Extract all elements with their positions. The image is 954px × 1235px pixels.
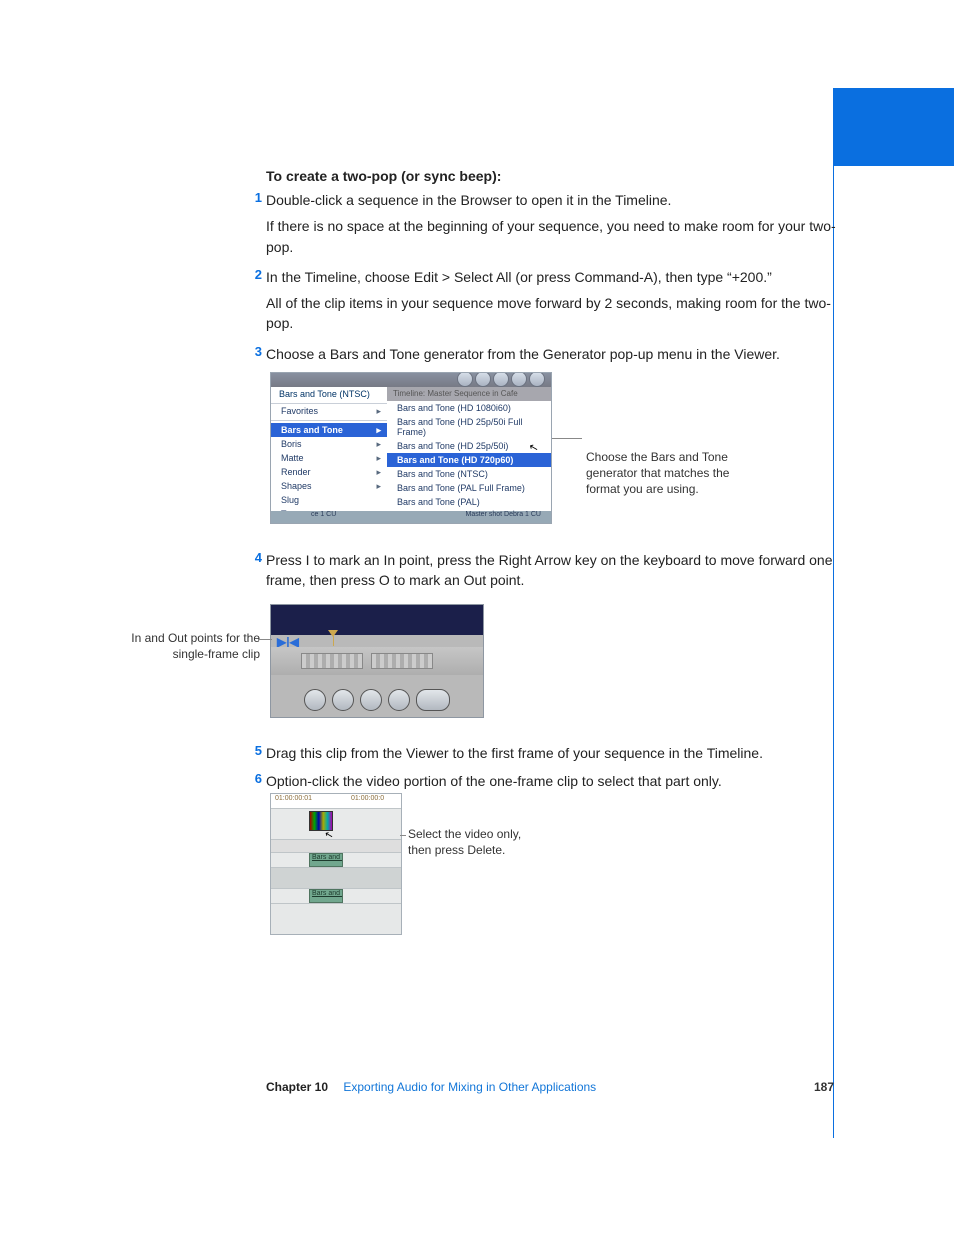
callout-select-video: Select the video only, then press Delete…	[408, 826, 568, 858]
generator-category-menu: Bars and Tone (NTSC) Favorites▸ Bars and…	[271, 387, 388, 511]
spacer-track	[271, 903, 401, 934]
playhead-icon[interactable]	[333, 636, 334, 646]
video-track[interactable]	[271, 808, 401, 839]
menu-item-render[interactable]: Render▸	[271, 465, 387, 479]
menu-item-shapes[interactable]: Shapes▸	[271, 479, 387, 493]
step-number: 6	[248, 771, 262, 786]
screenshot-generator-menu: Bars and Tone (NTSC) Favorites▸ Bars and…	[270, 372, 552, 524]
prev-frame-button[interactable]	[332, 689, 354, 711]
callout-leader-line	[400, 835, 406, 836]
step-number: 4	[248, 550, 262, 565]
timeline-ruler: 01:00:00:01 01:00:00:0	[271, 794, 401, 808]
audio-track-1[interactable]: Bars and To	[271, 852, 401, 867]
submenu-item[interactable]: Bars and Tone (PAL Full Frame)	[387, 481, 551, 495]
callout-line1: Select the video only,	[408, 827, 521, 841]
transport-button[interactable]	[511, 372, 527, 387]
step-1: 1 Double-click a sequence in the Browser…	[266, 190, 846, 210]
step-text: In the Timeline, choose Edit > Select Al…	[266, 267, 846, 287]
menu-item-bars-and-tone[interactable]: Bars and Tone▸	[271, 423, 387, 437]
step-text: Option-click the video portion of the on…	[266, 771, 846, 791]
menu-current: Bars and Tone (NTSC)	[271, 387, 387, 404]
timecode: 01:00:00:01	[275, 795, 312, 802]
step-2-para: All of the clip items in your sequence m…	[266, 293, 846, 334]
callout-leader-line	[552, 438, 582, 439]
audio-track-2[interactable]: Bars and To	[271, 888, 401, 903]
next-frame-button[interactable]	[388, 689, 410, 711]
spacer-track	[271, 839, 401, 852]
chevron-right-icon: ▸	[376, 453, 381, 464]
submenu-item[interactable]: Bars and Tone (NTSC)	[387, 467, 551, 481]
ruler-segment	[371, 653, 433, 669]
callout-leader-line	[258, 639, 272, 640]
transport-buttons	[457, 372, 545, 387]
step-1-para: If there is no space at the beginning of…	[266, 216, 846, 257]
chevron-right-icon: ▸	[376, 467, 381, 478]
menu-item-favorites[interactable]: Favorites▸	[271, 404, 387, 418]
video-clip[interactable]	[309, 811, 333, 831]
submenu-item[interactable]: Bars and Tone (HD 25p/50i)	[387, 439, 551, 453]
page-footer: Chapter 10 Exporting Audio for Mixing in…	[0, 1080, 954, 1094]
submenu-item[interactable]: Bars and Tone (HD 1080i60)	[387, 401, 551, 415]
timeline-footer: ce 1 CU Master shot Debra 1 CU	[271, 511, 551, 523]
step-2: 2 In the Timeline, choose Edit > Select …	[266, 267, 846, 287]
timecode: 01:00:00:0	[351, 795, 384, 802]
step-text: Drag this clip from the Viewer to the fi…	[266, 743, 846, 763]
mark-in-button[interactable]	[304, 689, 326, 711]
transport-button[interactable]	[475, 372, 491, 387]
callout-generator: Choose the Bars and Tone generator that …	[586, 449, 746, 498]
transport-button[interactable]	[529, 372, 545, 387]
section-tab-label: I	[820, 132, 826, 155]
step-text: Press I to mark an In point, press the R…	[266, 550, 846, 591]
screenshot-viewer-transport: ▶|◀	[270, 604, 484, 718]
audio-clip[interactable]: Bars and To	[309, 853, 343, 867]
chapter-title: Exporting Audio for Mixing in Other Appl…	[343, 1080, 596, 1094]
ruler-segment	[301, 653, 363, 669]
menu-item-boris[interactable]: Boris▸	[271, 437, 387, 451]
chevron-right-icon: ▸	[376, 481, 381, 492]
menu-item-slug[interactable]: Slug	[271, 493, 387, 507]
step-text: Choose a Bars and Tone generator from th…	[266, 344, 846, 364]
step-number: 2	[248, 267, 262, 282]
footer-clip-left: ce 1 CU	[311, 511, 336, 518]
step-4: 4 Press I to mark an In point, press the…	[266, 550, 846, 591]
spacer-track	[271, 867, 401, 888]
procedure-heading: To create a two-pop (or sync beep):	[266, 168, 846, 184]
step-5: 5 Drag this clip from the Viewer to the …	[266, 743, 846, 763]
step-number: 5	[248, 743, 262, 758]
chevron-right-icon: ▸	[376, 439, 381, 450]
body-content-2: 4 Press I to mark an In point, press the…	[266, 544, 846, 591]
play-button[interactable]	[360, 689, 382, 711]
page: I To create a two-pop (or sync beep): 1 …	[0, 0, 954, 1235]
submenu-item-selected[interactable]: Bars and Tone (HD 720p60)	[387, 453, 551, 467]
callout-in-out: In and Out points for the single-frame c…	[126, 630, 260, 662]
screenshot-timeline-tracks: 01:00:00:01 01:00:00:0 ↖ Bars and To Bar…	[270, 793, 402, 935]
section-tab	[834, 88, 954, 166]
menu-item-matte[interactable]: Matte▸	[271, 451, 387, 465]
callout-line2: then press Delete.	[408, 843, 505, 857]
step-text: Double-click a sequence in the Browser t…	[266, 190, 846, 210]
submenu-item[interactable]: Bars and Tone (HD 25p/50i Full Frame)	[387, 415, 551, 439]
generator-submenu: Bars and Tone (HD 1080i60) Bars and Tone…	[387, 401, 551, 511]
step-number: 3	[248, 344, 262, 359]
body-content: To create a two-pop (or sync beep): 1 Do…	[266, 168, 846, 364]
audio-clip[interactable]: Bars and To	[309, 889, 343, 903]
mark-clip-button[interactable]	[416, 689, 450, 711]
transport-button[interactable]	[493, 372, 509, 387]
chevron-right-icon: ▸	[376, 425, 381, 436]
chapter-label: Chapter 10	[266, 1080, 328, 1094]
step-3: 3 Choose a Bars and Tone generator from …	[266, 344, 846, 364]
footer-clip-right: Master shot Debra 1 CU	[466, 511, 541, 518]
step-6: 6 Option-click the video portion of the …	[266, 771, 846, 791]
submenu-item[interactable]: Bars and Tone (PAL)	[387, 495, 551, 509]
page-number: 187	[814, 1080, 834, 1094]
chevron-right-icon: ▸	[376, 406, 381, 417]
timeline-title: Timeline: Master Sequence in Cafe	[387, 387, 551, 401]
transport-button[interactable]	[457, 372, 473, 387]
body-content-3: 5 Drag this clip from the Viewer to the …	[266, 737, 846, 792]
viewer-canvas	[271, 605, 483, 635]
viewer-controls	[271, 689, 483, 711]
step-number: 1	[248, 190, 262, 205]
viewer-ruler	[271, 647, 483, 675]
